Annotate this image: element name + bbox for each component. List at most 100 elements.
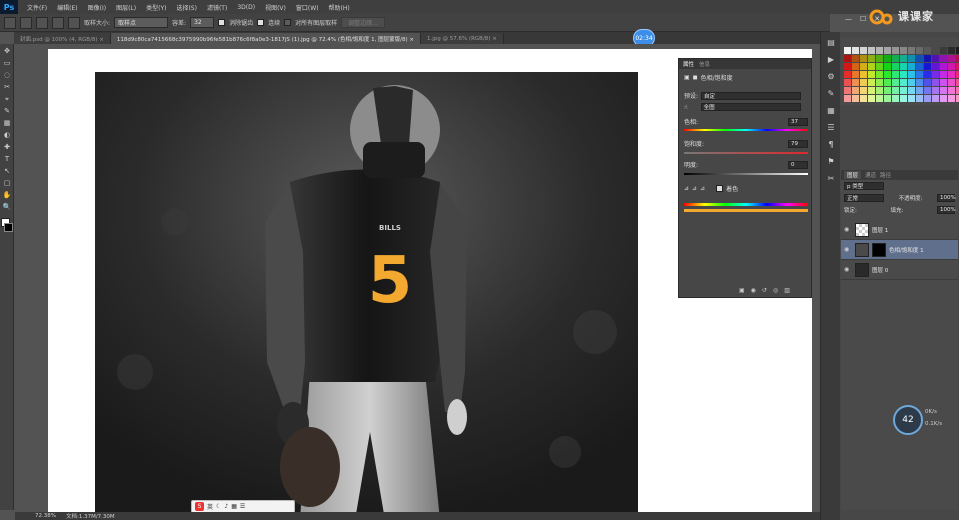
color-swatch[interactable]	[900, 47, 907, 54]
ime-keyboard-icon[interactable]: ▦	[231, 503, 237, 510]
ime-logo-icon[interactable]: S	[195, 502, 204, 511]
move-tool-icon[interactable]: ✥	[2, 46, 12, 56]
color-swatch[interactable]	[924, 63, 931, 70]
color-swatch[interactable]	[940, 55, 947, 62]
color-swatch[interactable]	[860, 71, 867, 78]
color-swatch[interactable]	[900, 87, 907, 94]
eraser-tool-icon[interactable]: ▦	[2, 118, 12, 128]
history-icon[interactable]: ▤	[824, 35, 838, 49]
hand-tool-icon[interactable]: ✋	[2, 190, 12, 200]
color-swatch[interactable]	[844, 95, 851, 102]
target-hand-icon[interactable]: ☝	[684, 104, 688, 111]
reset-icon[interactable]: ↺	[762, 287, 767, 294]
color-swatch[interactable]	[852, 87, 859, 94]
color-swatch[interactable]	[876, 47, 883, 54]
contiguous-checkbox[interactable]	[257, 19, 265, 26]
layer-kind-select[interactable]: p 类型	[844, 182, 884, 190]
menu-help[interactable]: 帮助(H)	[324, 3, 355, 12]
color-swatch[interactable]	[876, 87, 883, 94]
color-swatch[interactable]	[868, 87, 875, 94]
menu-filter[interactable]: 滤镜(T)	[202, 3, 232, 12]
intersect-selection-button[interactable]	[68, 16, 80, 29]
colorize-checkbox[interactable]	[716, 185, 724, 192]
color-swatch[interactable]	[900, 55, 907, 62]
tolerance-input[interactable]: 32	[190, 17, 215, 28]
eye-icon[interactable]: ◉	[844, 226, 852, 233]
color-swatch[interactable]	[932, 87, 939, 94]
marquee-tool-icon[interactable]: ▭	[2, 58, 12, 68]
tab-properties[interactable]: 属性	[683, 60, 694, 68]
color-swatch[interactable]	[932, 79, 939, 86]
color-swatch[interactable]	[884, 63, 891, 70]
color-swatch[interactable]	[916, 63, 923, 70]
eye-icon[interactable]: ◉	[844, 266, 852, 273]
paragraph-icon[interactable]: ¶	[824, 137, 838, 151]
antialias-checkbox[interactable]	[218, 19, 226, 26]
new-selection-button[interactable]	[20, 16, 32, 29]
lightness-slider[interactable]	[684, 173, 808, 175]
color-swatch[interactable]	[892, 63, 899, 70]
fill-input[interactable]: 100%	[937, 206, 956, 214]
color-swatch[interactable]	[940, 71, 947, 78]
ime-menu-icon[interactable]: ☰	[240, 503, 245, 510]
color-swatch[interactable]	[852, 71, 859, 78]
color-swatch[interactable]	[940, 95, 947, 102]
maximize-icon[interactable]: ☐	[860, 15, 866, 23]
brush-panel-icon[interactable]: ✎	[824, 86, 838, 100]
color-swatch[interactable]	[948, 47, 955, 54]
color-swatch[interactable]	[876, 55, 883, 62]
ime-mode[interactable]: 英	[207, 502, 213, 511]
crop-tool-icon[interactable]: ✂	[2, 82, 12, 92]
color-swatch[interactable]	[884, 95, 891, 102]
color-swatch[interactable]	[940, 47, 947, 54]
zoom-level[interactable]: 72.38%	[35, 513, 56, 519]
color-swatch[interactable]	[844, 55, 851, 62]
pen-tool-icon[interactable]: ✚	[2, 142, 12, 152]
color-swatch[interactable]	[892, 71, 899, 78]
color-swatch[interactable]	[916, 47, 923, 54]
view-previous-icon[interactable]: ◉	[751, 287, 756, 294]
color-swatch[interactable]	[844, 71, 851, 78]
adjustments-icon[interactable]: ⚙	[824, 69, 838, 83]
saturation-slider[interactable]	[684, 152, 808, 154]
color-swatches[interactable]	[0, 218, 14, 234]
channel-select[interactable]: 全图	[700, 103, 801, 111]
color-swatch[interactable]	[860, 47, 867, 54]
color-swatch[interactable]	[908, 47, 915, 54]
color-swatch[interactable]	[852, 63, 859, 70]
color-swatch[interactable]	[844, 87, 851, 94]
tools-preset-icon[interactable]: ✂	[824, 171, 838, 185]
layer-row[interactable]: ◉ 图层 1	[841, 220, 958, 240]
color-swatch[interactable]	[900, 79, 907, 86]
color-swatch[interactable]	[876, 95, 883, 102]
color-swatch[interactable]	[916, 79, 923, 86]
lasso-tool-icon[interactable]: ◌	[2, 70, 12, 80]
color-swatch[interactable]	[852, 79, 859, 86]
hue-slider[interactable]	[684, 129, 808, 131]
path-select-tool-icon[interactable]: ↖	[2, 166, 12, 176]
close-icon[interactable]: ✕	[874, 15, 880, 23]
color-swatch[interactable]	[948, 95, 955, 102]
tab-paths[interactable]: 路径	[880, 171, 891, 179]
color-swatch[interactable]	[892, 47, 899, 54]
color-swatch[interactable]	[924, 87, 931, 94]
color-swatch[interactable]	[852, 55, 859, 62]
menu-window[interactable]: 窗口(W)	[291, 3, 324, 12]
layer-row[interactable]: ◉ 色相/饱和度 1	[841, 240, 958, 260]
shape-tool-icon[interactable]: ▢	[2, 178, 12, 188]
saturation-input[interactable]: 79	[788, 139, 808, 148]
color-swatch[interactable]	[948, 87, 955, 94]
color-swatch[interactable]	[860, 63, 867, 70]
delete-icon[interactable]: ▥	[784, 287, 790, 294]
refine-edge-button[interactable]: 调整边缘...	[341, 17, 385, 28]
actions-icon[interactable]: ▶	[824, 52, 838, 66]
color-swatch[interactable]	[924, 95, 931, 102]
tool-preset-button[interactable]	[4, 16, 16, 29]
color-swatch[interactable]	[900, 71, 907, 78]
hue-input[interactable]: 37	[788, 117, 808, 126]
color-swatch[interactable]	[916, 55, 923, 62]
color-swatch[interactable]	[884, 55, 891, 62]
clip-icon[interactable]: ▣	[739, 287, 745, 294]
color-swatch[interactable]	[884, 79, 891, 86]
color-swatch[interactable]	[924, 79, 931, 86]
